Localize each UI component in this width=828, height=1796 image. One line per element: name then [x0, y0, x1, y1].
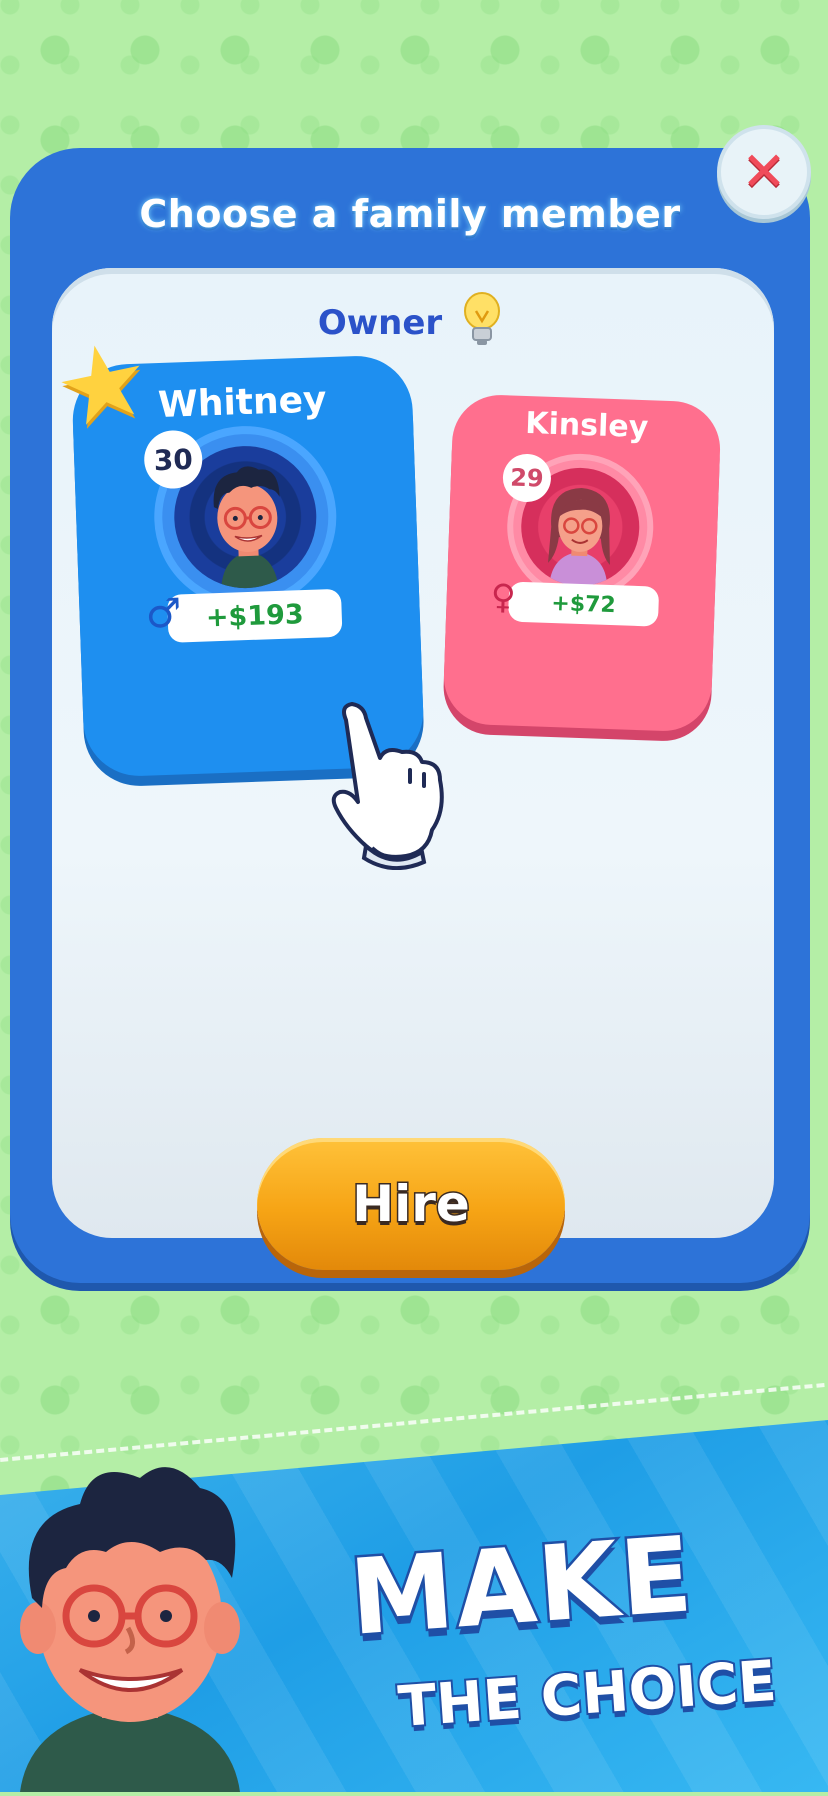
close-button[interactable]: ✕: [717, 125, 811, 219]
female-icon: ♀: [490, 577, 516, 618]
pointing-hand-icon: [322, 700, 454, 870]
income-value: +$193: [167, 589, 343, 643]
lightbulb-icon[interactable]: [462, 291, 502, 355]
dialog-title: Choose a family member: [10, 192, 810, 236]
mascot-character: [10, 1448, 250, 1792]
member-name: Kinsley: [452, 403, 721, 447]
member-card-kinsley[interactable]: Kinsley 29 +$72 ♀: [442, 393, 721, 732]
owner-label: Owner: [318, 303, 442, 343]
hire-button[interactable]: Hire: [257, 1138, 565, 1270]
income-value: +$72: [508, 581, 659, 626]
close-icon: ✕: [741, 145, 786, 199]
male-icon: ♂: [145, 590, 182, 637]
hire-label: Hire: [352, 1175, 470, 1233]
promo-headline: MAKE: [346, 1513, 697, 1659]
